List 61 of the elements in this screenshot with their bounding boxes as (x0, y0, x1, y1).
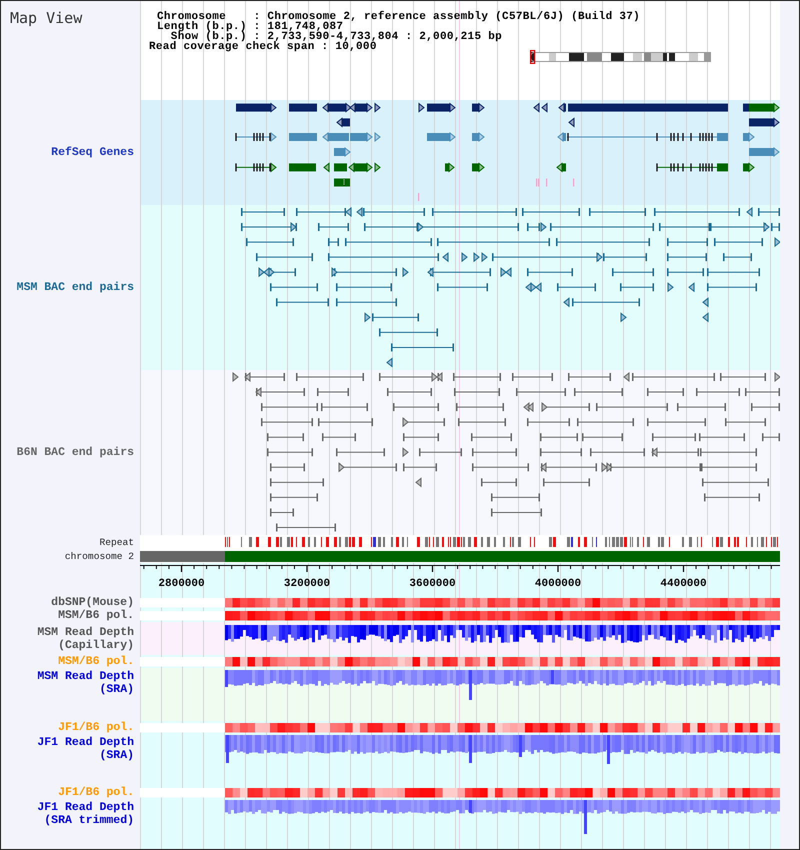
gene-feature (374, 132, 381, 142)
gene-feature (289, 104, 317, 112)
tick-label: 4400000 (660, 578, 707, 590)
gene-feature (427, 132, 456, 142)
track-label: JF1 Read Depth (SRA trimmed) (36, 801, 134, 827)
gene-feature (568, 117, 574, 128)
gene-feature (322, 132, 349, 142)
gene-feature (472, 132, 485, 142)
gene-feature (472, 102, 485, 113)
gene-feature (749, 117, 780, 128)
small-feature-mark (573, 178, 574, 186)
gene-feature (289, 133, 317, 141)
gene-feature (334, 178, 350, 186)
gene-feature (236, 102, 277, 113)
gene-feature (533, 102, 540, 113)
gene-feature (289, 163, 316, 172)
track-label: MSM Read Depth (SRA) (36, 670, 134, 696)
gene-feature (656, 163, 728, 172)
track-label: dbSNP(Mouse) (51, 596, 134, 609)
tick-label: 3600000 (409, 578, 456, 590)
track-label: MSM Read Depth (Capillary) (36, 626, 134, 652)
track-label: JF1 Read Depth (SRA) (36, 736, 134, 762)
position-marker (530, 50, 536, 64)
tick-label: 4000000 (534, 578, 582, 590)
gene-feature (374, 162, 381, 172)
gene-feature (235, 162, 277, 172)
gene-feature (427, 102, 456, 113)
gene-feature (350, 132, 373, 142)
track-label: JF1/B6 pol. (58, 786, 134, 799)
gene-feature (418, 102, 425, 113)
gene-feature (322, 102, 352, 113)
gene-feature (374, 102, 381, 113)
gene-feature (743, 162, 755, 172)
track-label: B6N BAC end pairs (16, 446, 134, 459)
header-info-line: Show (b.p.) : 2,733,590-4,733,804 : 2,000,215 bp (170, 32, 502, 42)
track-label: MSM/B6 pol. (58, 609, 134, 622)
gene-feature (541, 102, 548, 113)
gene-feature (349, 102, 373, 113)
track-label: RefSeq Genes (51, 146, 134, 159)
gene-feature (556, 162, 566, 172)
tick-label: 2800000 (158, 578, 205, 590)
track-label: Repeat (99, 536, 134, 548)
gene-feature (235, 132, 277, 142)
coverage-span-text: Read coverage check span : 10,000 (149, 42, 377, 52)
gene-feature (749, 146, 780, 158)
header-info-line: Chromosome : Chromosome 2, reference assembly (C57BL/6J) (Build 37) (157, 12, 640, 22)
track-label: chromosome 2 (64, 550, 134, 562)
tick-label: 3200000 (284, 578, 330, 590)
track-label: MSM BAC end pairs (16, 281, 134, 294)
small-feature-mark (418, 193, 420, 201)
gene-feature (445, 162, 455, 172)
gene-feature (334, 146, 351, 158)
gene-feature (558, 102, 566, 113)
gene-feature (336, 117, 350, 128)
gene-feature (743, 132, 755, 142)
header-info-line: Length (b.p.) : 181,748,087 (157, 22, 344, 32)
map-view-title: Map View (10, 10, 82, 27)
track-label: JF1/B6 pol. (58, 721, 134, 734)
gene-feature (323, 162, 330, 172)
gene-feature (472, 162, 485, 172)
track-label: MSM/B6 pol. (58, 655, 134, 668)
